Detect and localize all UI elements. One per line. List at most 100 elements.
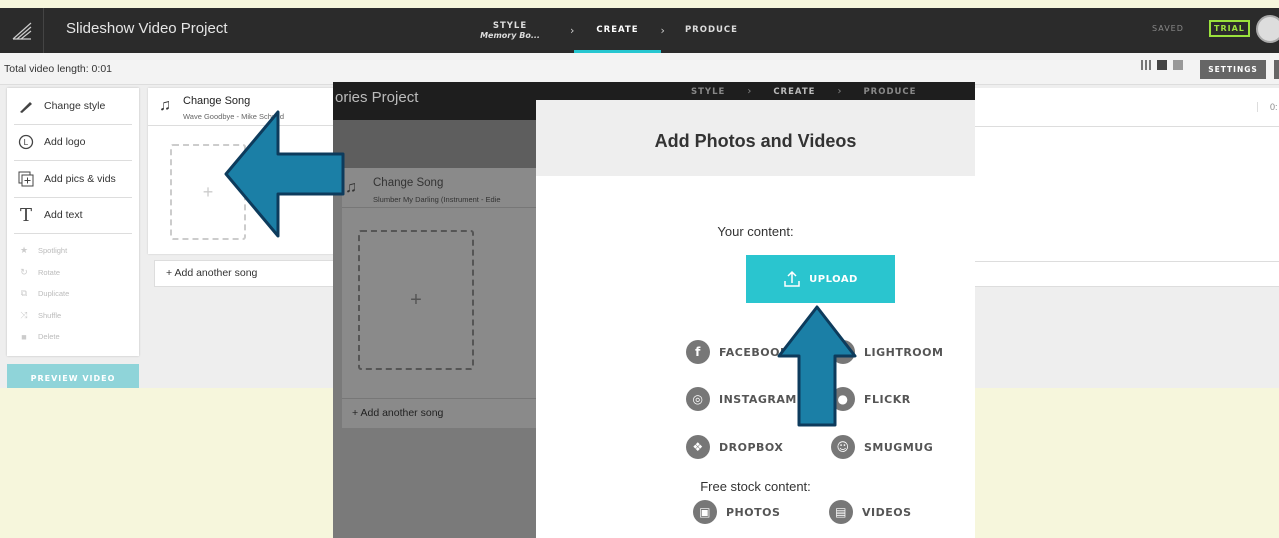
sidebar-item-label: Duplicate [38, 289, 70, 299]
chevron-right-icon: › [837, 86, 842, 97]
sub-bar: Total video length: 0:01 SETTINGS [0, 53, 1279, 85]
overlay-step-nav: STYLE › CREATE › PRODUCE [691, 86, 916, 97]
stock-photos[interactable]: ▣ PHOTOS [693, 500, 780, 524]
step-produce-label: PRODUCE [684, 25, 738, 36]
step-style-label: STYLE [492, 20, 528, 31]
overlay-song-card: ♫ Change Song Slumber My Darling (Instru… [342, 168, 537, 398]
sidebar-item-shuffle: ⤨ Shuffle [16, 305, 130, 327]
shuffle-icon: ⤨ [20, 309, 28, 320]
step-style[interactable]: STYLE Memory Bo... [470, 21, 550, 41]
source-label: DROPBOX [719, 440, 784, 454]
stock-videos[interactable]: ▤ VIDEOS [829, 500, 912, 524]
rotate-icon: ↻ [20, 266, 28, 277]
star-icon: ★ [19, 245, 29, 256]
brush-icon [16, 96, 36, 116]
sidebar-item-add-pics[interactable]: Add pics & vids [14, 161, 132, 198]
svg-text:L: L [24, 138, 29, 147]
overlay-song-title: Change Song [373, 177, 444, 189]
total-video-length: Total video length: 0:01 [4, 63, 112, 75]
photos-icon: ▣ [693, 500, 717, 524]
timeline-header: 0: [975, 88, 1279, 127]
source-dropbox[interactable]: ❖ DROPBOX [686, 435, 783, 459]
sidebar-item-change-style[interactable]: Change style [14, 88, 132, 125]
stock-label: VIDEOS [862, 505, 912, 519]
overlay-song-artist: Slumber My Darling (Instrument - Edie [373, 195, 501, 204]
free-stock-label: Free stock content: [700, 479, 811, 494]
music-note-icon: ♫ [159, 97, 171, 114]
music-note-icon: ♫ [345, 179, 357, 196]
chevron-right-icon: › [747, 86, 752, 97]
sidebar-item-label: Rotate [38, 267, 61, 277]
source-facebook[interactable]: f FACEBOOK [686, 340, 789, 364]
plus-icon: + [202, 181, 214, 202]
app-logo[interactable] [0, 8, 44, 53]
sidebar-item-add-text[interactable]: T Add text [14, 198, 132, 234]
logo-icon: L [16, 132, 36, 152]
overflow-button[interactable] [1274, 60, 1279, 79]
source-smugmug[interactable]: ☺ SMUGMUG [831, 435, 933, 459]
arrow-up-icon [777, 305, 857, 427]
dialog-title: Add Photos and Videos [654, 131, 857, 151]
step-style-value: Memory Bo... [480, 30, 540, 40]
timeline-time: 0: [1257, 102, 1278, 112]
step-create[interactable]: CREATE [574, 8, 661, 53]
sidebar-item-rotate: ↻ Rotate [16, 262, 130, 284]
stock-label: PHOTOS [726, 505, 781, 519]
videos-icon: ▤ [829, 500, 853, 524]
sidebar-item-label: Delete [38, 332, 60, 342]
timeline-row [975, 261, 1279, 287]
upload-icon [784, 270, 800, 287]
sidebar-item-label: Add logo [44, 136, 86, 149]
source-label: LIGHTROOM [864, 345, 944, 359]
dialog-header: Add Photos and Videos [536, 100, 975, 176]
logo-icon [12, 22, 31, 40]
timeline-row [975, 127, 1279, 261]
sidebar: Change style L Add logo Add pics & vids … [7, 88, 139, 356]
grid-medium-icon[interactable] [1157, 60, 1167, 70]
project-title: Slideshow Video Project [66, 20, 228, 37]
your-content-label: Your content: [717, 224, 794, 239]
settings-button[interactable]: SETTINGS [1200, 60, 1266, 79]
sidebar-item-delete: ■ Delete [16, 326, 130, 348]
saved-status: SAVED [1152, 24, 1184, 33]
source-label: FLICKR [864, 392, 911, 406]
sidebar-item-add-logo[interactable]: L Add logo [14, 125, 132, 161]
step-nav: STYLE Memory Bo... › CREATE › PRODUCE [470, 8, 738, 53]
song-title: Change Song [183, 95, 251, 107]
duplicate-icon: ⧉ [20, 288, 28, 299]
sidebar-item-label: Add text [44, 209, 83, 222]
instagram-icon: ◎ [686, 387, 710, 411]
plus-icon: + [410, 288, 422, 311]
overlay-add-another-song-button[interactable]: + Add another song [342, 398, 537, 428]
sidebar-item-duplicate: ⧉ Duplicate [16, 283, 130, 305]
sidebar-item-spotlight: ★ Spotlight [16, 240, 130, 262]
add-another-song-button[interactable]: + Add another song [154, 260, 348, 287]
arrow-left-icon [224, 110, 345, 238]
view-mode-toggle [1141, 60, 1183, 70]
overlay-step-produce[interactable]: PRODUCE [863, 87, 916, 97]
grid-small-icon[interactable] [1141, 60, 1151, 70]
sidebar-item-label: Change style [44, 99, 106, 112]
overlay-change-song-button[interactable]: ♫ Change Song Slumber My Darling (Instru… [342, 168, 537, 208]
grid-large-icon[interactable] [1173, 60, 1183, 70]
text-icon: T [19, 204, 32, 226]
add-photos-dialog: Add Photos and Videos Your content: UPLO… [536, 100, 975, 538]
chevron-right-icon: › [660, 24, 665, 37]
top-bar: Slideshow Video Project STYLE Memory Bo.… [0, 8, 1279, 53]
sidebar-item-label: Spotlight [38, 246, 68, 256]
trial-badge[interactable]: TRIAL [1209, 20, 1250, 37]
smugmug-icon: ☺ [831, 435, 855, 459]
step-produce[interactable]: PRODUCE [685, 25, 738, 35]
overlay-add-media-slot[interactable]: + [358, 230, 474, 370]
sidebar-item-label: Add pics & vids [44, 172, 116, 185]
step-create-label: CREATE [596, 25, 639, 36]
upload-label: UPLOAD [809, 273, 858, 285]
sidebar-item-label: Shuffle [38, 310, 62, 320]
overlay-step-style[interactable]: STYLE [691, 87, 725, 97]
upload-button[interactable]: UPLOAD [746, 255, 895, 303]
preview-video-button[interactable]: PREVIEW VIDEO [7, 364, 139, 388]
add-media-icon [16, 169, 36, 189]
overlay-step-create[interactable]: CREATE [773, 87, 815, 97]
avatar[interactable] [1256, 15, 1279, 43]
source-label: SMUGMUG [864, 440, 934, 454]
